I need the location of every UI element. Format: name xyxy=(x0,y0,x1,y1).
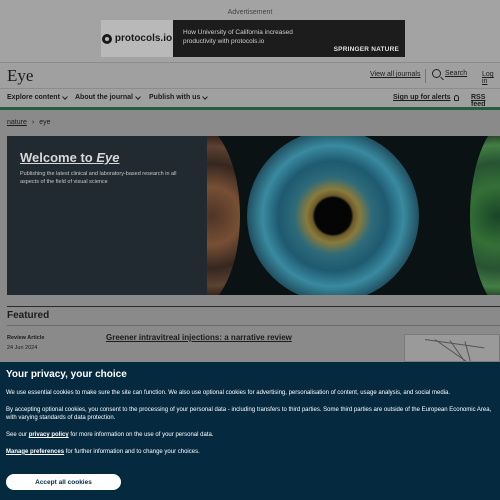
eye-image-right xyxy=(470,136,500,295)
alerts-label: Sign up for alerts xyxy=(393,94,451,101)
search-button[interactable]: Search xyxy=(432,69,467,78)
featured-heading: Featured xyxy=(7,310,50,321)
article-thumbnail-image[interactable] xyxy=(404,334,500,362)
breadcrumb-separator: › xyxy=(31,119,35,126)
rss-label: RSS feed xyxy=(471,94,486,108)
cookie-text-preferences: Manage preferences for further informati… xyxy=(6,448,494,457)
cookie-title: Your privacy, your choice xyxy=(6,369,127,380)
cookie-consent-banner: Your privacy, your choice We use essenti… xyxy=(0,362,500,500)
hero-title[interactable]: Welcome to Eye xyxy=(20,150,119,165)
breadcrumb-current: eye xyxy=(39,119,51,126)
chevron-down-icon xyxy=(62,93,68,100)
article-type: Review Article xyxy=(7,335,45,341)
privacy-suffix: for more information on the use of your … xyxy=(68,432,214,439)
hero-text-panel: Welcome to Eye Publishing the latest cli… xyxy=(7,136,207,295)
nav-explore-content[interactable]: Explore content xyxy=(7,93,68,101)
search-icon xyxy=(432,69,441,78)
header-divider xyxy=(425,69,426,83)
manage-preferences-link[interactable]: Manage preferences xyxy=(6,449,64,455)
breadcrumb-nature-link[interactable]: nature xyxy=(7,119,27,126)
accept-all-cookies-button[interactable]: Accept all cookies xyxy=(6,474,121,490)
preferences-suffix: for further information and to change yo… xyxy=(64,448,200,455)
ad-banner[interactable]: protocols.io How University of Californi… xyxy=(101,20,405,57)
hero-banner: Welcome to Eye Publishing the latest cli… xyxy=(7,136,500,295)
rss-feed-link[interactable]: RSS feed xyxy=(471,94,500,108)
hero-eye-image xyxy=(207,136,500,295)
privacy-prefix: See our xyxy=(6,432,29,439)
ad-brand: SPRINGER NATURE xyxy=(333,46,399,53)
journal-logo[interactable]: Eye xyxy=(7,66,33,86)
nav-item-label: Explore content xyxy=(7,94,60,101)
ad-copy: How University of California increased p… xyxy=(183,29,293,45)
ad-copy-panel: How University of California increased p… xyxy=(173,20,405,57)
featured-divider xyxy=(7,325,500,326)
featured-divider-top xyxy=(7,306,500,307)
cookie-text-privacy: See our privacy policy for more informat… xyxy=(6,431,494,440)
cookie-text-essential: We use essential cookies to make sure th… xyxy=(6,390,451,396)
sign-up-alerts-link[interactable]: Sign up for alerts xyxy=(393,94,459,101)
eye-image-main xyxy=(247,136,419,295)
header-accent-line xyxy=(0,107,500,110)
login-link[interactable]: Log in xyxy=(482,71,500,85)
ad-logo-text: protocols.io xyxy=(114,33,173,44)
bell-icon xyxy=(453,94,459,101)
protocols-logo-icon xyxy=(101,33,112,44)
featured-article-link[interactable]: Greener intravitreal injections: a narra… xyxy=(106,333,292,342)
hero-title-prefix: Welcome to xyxy=(20,150,97,165)
nav-item-label: About the journal xyxy=(75,94,133,101)
article-date: 24 Jun 2024 xyxy=(7,345,38,351)
chevron-down-icon xyxy=(202,93,209,100)
eye-image-left xyxy=(207,136,240,295)
view-all-journals-link[interactable]: View all journals xyxy=(370,71,420,78)
hero-title-journal: Eye xyxy=(96,150,120,165)
chevron-down-icon xyxy=(135,93,141,100)
ad-logo: protocols.io xyxy=(101,20,173,57)
privacy-policy-link[interactable]: privacy policy xyxy=(29,432,69,438)
breadcrumb: nature › eye xyxy=(7,119,51,126)
advertisement-area: Advertisement protocols.io How Universit… xyxy=(0,0,500,62)
cookie-text-consent: By accepting optional cookies, you conse… xyxy=(6,406,492,422)
site-header: Eye View all journals Search Log in xyxy=(0,62,500,88)
ad-label: Advertisement xyxy=(227,9,273,16)
main-nav: Explore content About the journal Publis… xyxy=(0,88,500,108)
nav-about-journal[interactable]: About the journal xyxy=(75,93,141,101)
search-label: Search xyxy=(445,70,468,77)
hero-description: Publishing the latest clinical and labor… xyxy=(20,171,177,185)
nav-publish-with-us[interactable]: Publish with us xyxy=(149,93,209,101)
nav-item-label: Publish with us xyxy=(149,94,201,101)
